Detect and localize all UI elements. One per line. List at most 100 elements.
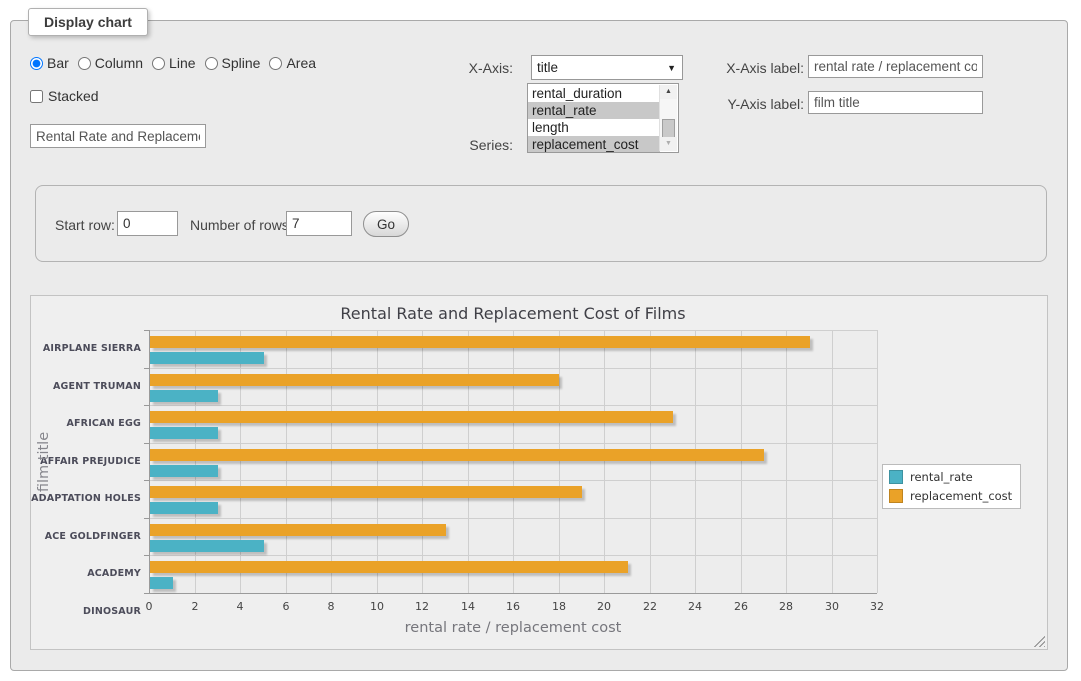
y-axis-tick [144,330,149,331]
series-options: rental_durationrental_ratelengthreplacem… [528,84,678,153]
y-axis-tick [144,480,149,481]
chart-title-input[interactable] [30,124,206,148]
chart-type-radio-bar[interactable] [30,57,43,70]
x-tick-label: 30 [812,600,852,613]
y-axis-line [149,330,150,593]
category-label: AIRPLANE SIERRA [31,330,141,368]
x-tick-label: 26 [721,600,761,613]
gridline-v [195,330,196,593]
x-tick-label: 24 [675,600,715,613]
chart-type-option-bar[interactable]: Bar [30,55,69,71]
scroll-up-icon[interactable]: ▲ [660,85,677,99]
fieldset-legend-text: Display chart [44,14,132,30]
gridline-v [468,330,469,593]
go-button[interactable]: Go [363,211,409,237]
gridline-h [149,443,877,444]
x-tick-label: 16 [493,600,533,613]
gridline-v [377,330,378,593]
x-tick-label: 18 [539,600,579,613]
y-axis-tick [144,593,149,594]
num-rows-label: Number of rows: [190,217,293,233]
x-tick-label: 0 [129,600,169,613]
chart-legend: rental_rate replacement_cost [882,464,1021,509]
gridline-v [559,330,560,593]
bar-replacement-cost [150,449,764,461]
chart-type-radio-spline[interactable] [205,57,218,70]
bar-rental-rate [150,502,218,514]
gridline-h [149,555,877,556]
x-tick-label: 22 [630,600,670,613]
bar-replacement-cost [150,524,446,536]
chart-type-option-line[interactable]: Line [152,55,195,71]
start-row-input[interactable] [117,211,178,236]
chart-type-option-column[interactable]: Column [78,55,143,71]
gridline-v [695,330,696,593]
chart-type-option-area[interactable]: Area [269,55,316,71]
gridline-v [422,330,423,593]
x-axis-label-input[interactable] [808,55,983,78]
x-tick-label: 8 [311,600,351,613]
gridline-h [149,405,877,406]
gridline-v [786,330,787,593]
gridline-h [149,368,877,369]
chart-container: Rental Rate and Replacement Cost of Film… [30,295,1048,650]
stacked-checkbox[interactable] [30,90,43,103]
y-axis-label-input[interactable] [808,91,983,114]
x-axis-select-wrap: title [531,55,683,80]
y-axis-title: film title [36,392,52,532]
y-axis-tick [144,555,149,556]
bar-replacement-cost [150,561,628,573]
bar-rental-rate [150,465,218,477]
chart-type-radio-column[interactable] [78,57,91,70]
series-scrollbar[interactable]: ▲ ▼ [659,85,677,151]
x-axis-select-label: X-Axis: [430,60,513,76]
category-label: ACADEMY DINOSAUR [31,555,141,593]
series-option-rental-duration[interactable]: rental_duration [528,85,660,102]
gridline-h [149,518,877,519]
chart-type-label: Area [286,55,316,71]
bar-replacement-cost [150,374,559,386]
resize-handle-icon[interactable] [1033,635,1045,647]
x-tick-label: 32 [857,600,897,613]
series-option-length[interactable]: length [528,119,660,136]
legend-swatch-rental-rate [889,470,903,484]
gridline-h [149,330,877,331]
chart-type-option-spline[interactable]: Spline [205,55,261,71]
row-controls-panel [35,185,1047,262]
scroll-down-icon[interactable]: ▼ [660,137,677,151]
x-axis-select[interactable]: title [531,55,683,80]
series-listbox: rental_durationrental_ratelengthreplacem… [527,83,679,153]
chart-type-label: Bar [47,55,69,71]
gridline-v [331,330,332,593]
legend-item-rental-rate: rental_rate [889,470,1012,484]
bar-rental-rate [150,427,218,439]
chart-type-label: Spline [222,55,261,71]
y-axis-tick [144,368,149,369]
stacked-label: Stacked [48,88,99,104]
num-rows-input[interactable] [286,211,352,236]
stacked-checkbox-row[interactable]: Stacked [30,87,99,105]
legend-label-rental-rate: rental_rate [910,470,973,484]
page: Display chart Bar Column Line Spline Area St… [0,0,1081,681]
series-label: Series: [430,137,513,153]
gridline-v [877,330,878,593]
legend-item-replacement-cost: replacement_cost [889,489,1012,503]
x-tick-label: 4 [220,600,260,613]
series-option-replacement-cost[interactable]: replacement_cost [528,136,660,153]
chart-title: Rental Rate and Replacement Cost of Film… [149,304,877,323]
gridline-v [832,330,833,593]
series-option-rental-rate[interactable]: rental_rate [528,102,660,119]
legend-label-replacement-cost: replacement_cost [910,489,1012,503]
chart-type-radio-area[interactable] [269,57,282,70]
x-axis-title: rental rate / replacement cost [149,620,877,636]
x-axis-line [149,593,877,594]
x-tick-label: 14 [448,600,488,613]
chart-type-label: Column [95,55,143,71]
bar-replacement-cost [150,336,810,348]
y-axis-tick [144,405,149,406]
gridline-v [741,330,742,593]
y-axis-label-label: Y-Axis label: [700,96,804,112]
chart-type-radio-line[interactable] [152,57,165,70]
bar-rental-rate [150,577,173,589]
x-tick-label: 10 [357,600,397,613]
